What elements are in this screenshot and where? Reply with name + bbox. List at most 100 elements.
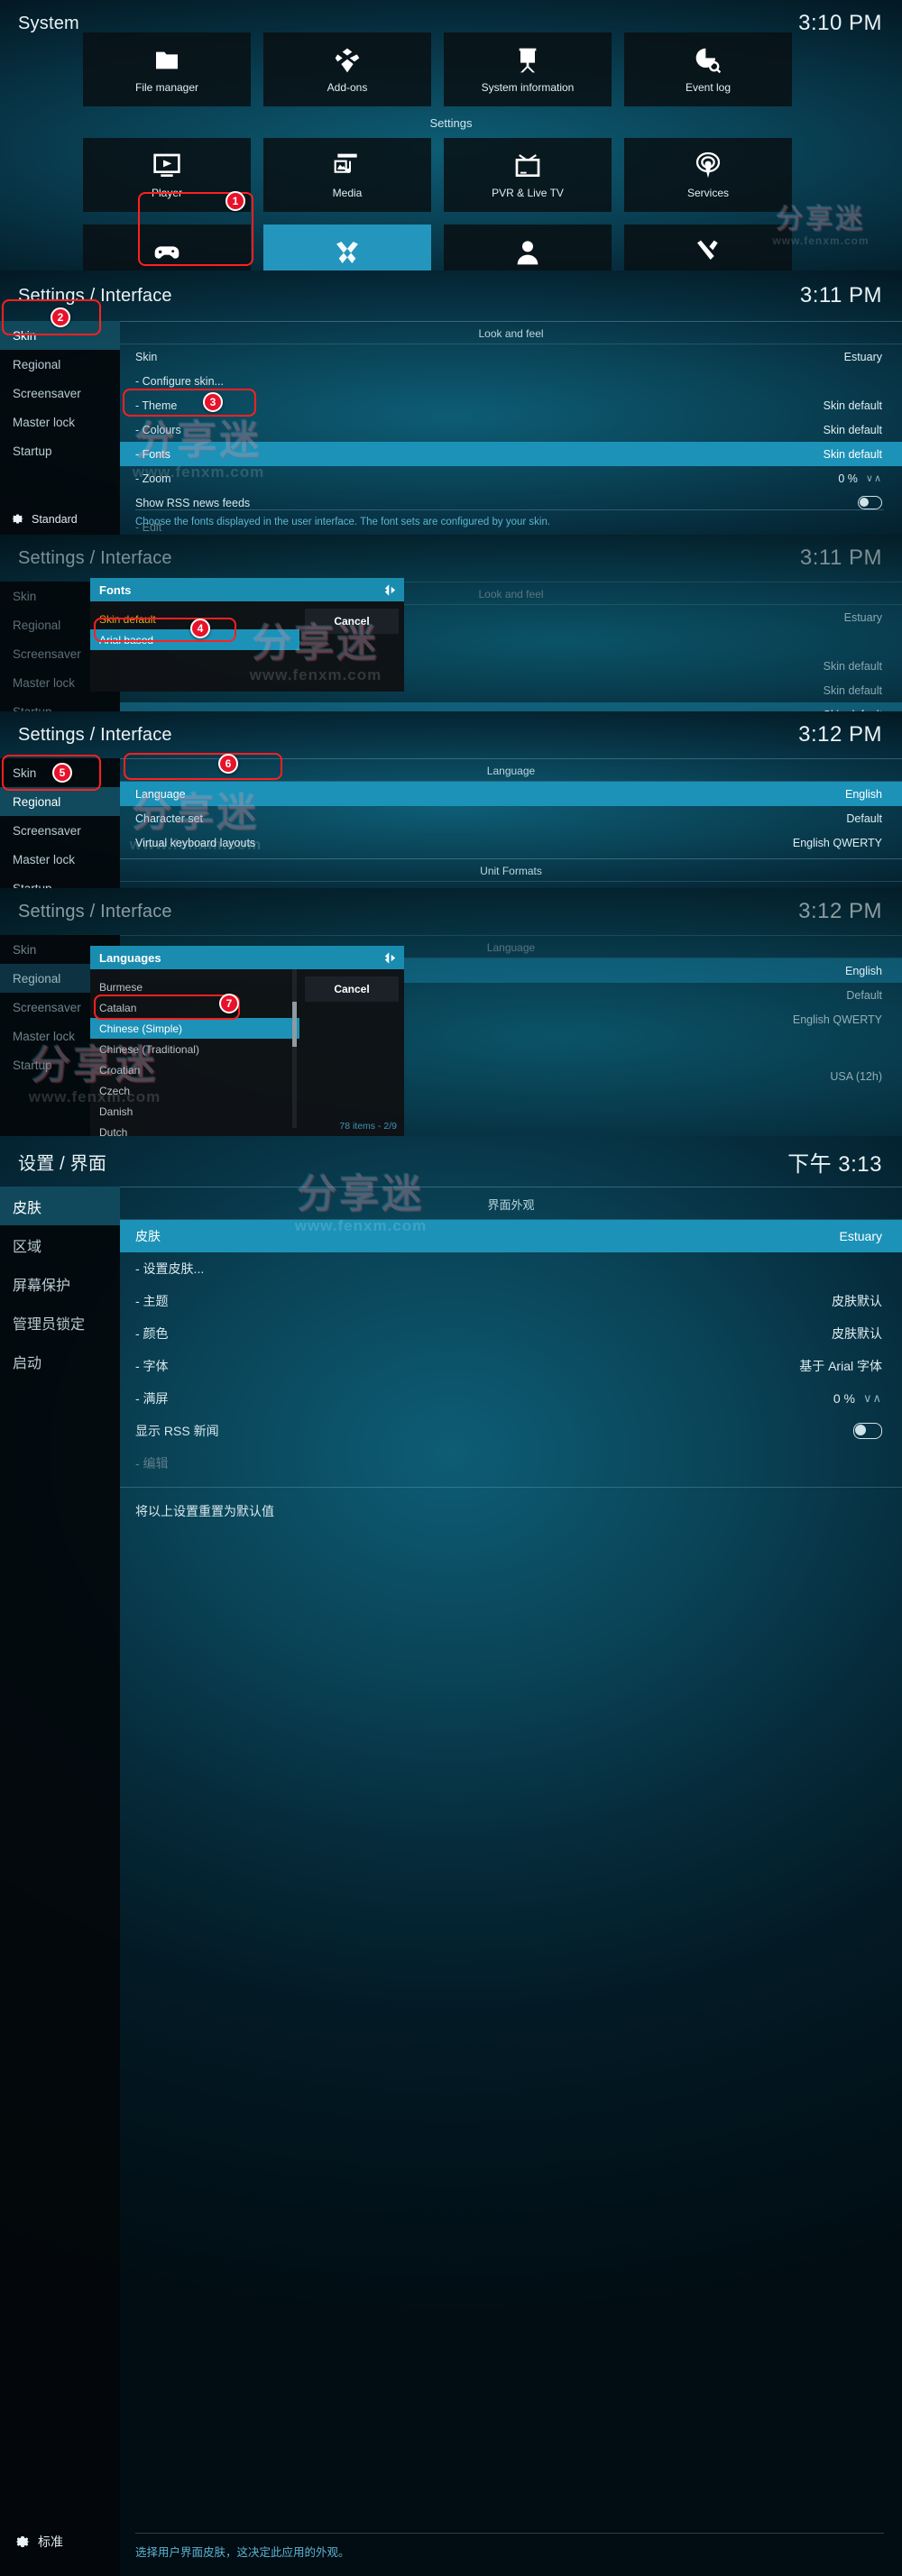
setting-value: Skin default: [823, 659, 882, 673]
setting-label: Show RSS news feeds: [135, 496, 251, 509]
sidebar-item-skin[interactable]: 皮肤: [0, 1187, 120, 1225]
sidebar-item-regional[interactable]: 区域: [0, 1225, 120, 1264]
sidebar-item-startup[interactable]: Startup: [0, 874, 120, 889]
language-option-burmese[interactable]: Burmese: [90, 976, 299, 997]
step-badge-7: 7: [219, 994, 239, 1013]
option-label: Croatian: [99, 1063, 141, 1077]
sidebar-item-label: Skin: [13, 942, 37, 957]
setting-label: - 编辑: [135, 1456, 169, 1471]
tile-services[interactable]: Services: [624, 138, 792, 212]
settings-level-indicator[interactable]: 标准: [14, 2533, 63, 2551]
setting-row-language[interactable]: Language English: [120, 782, 902, 806]
sidebar-item-startup[interactable]: 启动: [0, 1342, 120, 1380]
rss-toggle[interactable]: [858, 496, 882, 509]
sidebar-item-regional[interactable]: Regional: [0, 350, 120, 379]
sidebar-item-label: Regional: [13, 794, 61, 809]
setting-row-theme[interactable]: - Theme Skin default: [120, 393, 902, 417]
sidebar-item-label: Startup: [13, 881, 52, 889]
language-option-czech[interactable]: Czech: [90, 1080, 299, 1101]
setting-row-configure-skin[interactable]: - 设置皮肤...: [120, 1252, 902, 1285]
chinese-header: 设置 / 界面 下午 3:13: [0, 1136, 902, 1187]
setting-row-skin[interactable]: Skin Estuary: [120, 344, 902, 369]
setting-label: Virtual keyboard layouts: [135, 836, 256, 849]
clock: 3:11 PM: [799, 283, 882, 307]
dialog-scrollbar[interactable]: [292, 969, 297, 1128]
zoom-spinner[interactable]: 0 % ∨∧: [838, 472, 882, 485]
language-option-chinese-traditional[interactable]: Chinese (Traditional): [90, 1039, 299, 1059]
step-badge-1: 1: [226, 191, 245, 211]
sidebar-item-screensaver[interactable]: Screensaver: [0, 816, 120, 845]
language-option-catalan[interactable]: Catalan: [90, 997, 299, 1018]
step-badge-3: 3: [203, 392, 223, 412]
sidebar-item-regional[interactable]: Regional: [0, 787, 120, 816]
tile-system[interactable]: System: [624, 225, 792, 270]
dialog-body: Skin default Arial based Cancel: [90, 601, 404, 692]
television-icon: [512, 151, 543, 181]
sidebar-item-startup[interactable]: Startup: [0, 436, 120, 465]
settings-sidebar: 皮肤 区域 屏幕保护 管理员锁定 启动 标准: [0, 1187, 120, 2576]
setting-row-character-set[interactable]: Character set Default: [120, 806, 902, 830]
sidebar-item-label: Startup: [13, 704, 52, 712]
tile-interface[interactable]: Interface: [263, 225, 431, 270]
sidebar-item-screensaver[interactable]: 屏幕保护: [0, 1264, 120, 1303]
tile-label: Player: [151, 187, 182, 199]
help-text: Choose the fonts displayed in the user i…: [135, 509, 884, 527]
language-option-chinese-simple[interactable]: Chinese (Simple): [90, 1018, 299, 1039]
skin-header: Settings / Interface 3:11 PM: [0, 270, 902, 321]
setting-row-fonts[interactable]: - Fonts Skin default: [120, 442, 902, 466]
option-label: Chinese (Simple): [99, 1022, 183, 1035]
setting-row-zoom[interactable]: - 满屏 0 % ∨∧: [120, 1382, 902, 1415]
settings-level-indicator[interactable]: Standard: [11, 512, 78, 526]
setting-value: Estuary: [843, 610, 882, 624]
language-option-croatian[interactable]: Croatian: [90, 1059, 299, 1080]
option-label: Chinese (Traditional): [99, 1042, 199, 1056]
cancel-button[interactable]: Cancel: [305, 609, 399, 634]
setting-row-configure-skin[interactable]: - Configure skin...: [120, 369, 902, 393]
setting-row-rss[interactable]: 显示 RSS 新闻: [120, 1415, 902, 1447]
sidebar-item-master-lock[interactable]: 管理员锁定: [0, 1303, 120, 1342]
group-header-unit-formats: Unit Formats: [120, 858, 902, 882]
setting-value: English: [845, 964, 882, 977]
cancel-button[interactable]: Cancel: [305, 976, 399, 1002]
setting-row-region-default-format[interactable]: Region default format USA (12h): [120, 882, 902, 889]
sidebar-item-label: Master lock: [13, 852, 76, 866]
language-option-dutch[interactable]: Dutch: [90, 1122, 299, 1137]
sidebar-item-screensaver[interactable]: Screensaver: [0, 379, 120, 408]
tile-media[interactable]: Media: [263, 138, 431, 212]
sidebar-item-master-lock[interactable]: Master lock: [0, 845, 120, 874]
setting-row-colours[interactable]: - 颜色 皮肤默认: [120, 1317, 902, 1350]
setting-value: 0 %: [833, 1391, 855, 1406]
breadcrumb: Settings / Interface: [18, 285, 172, 306]
system-home-panel: System 3:10 PM File manager Add-ons Syst…: [0, 0, 902, 270]
setting-row-zoom[interactable]: - Zoom 0 % ∨∧: [120, 466, 902, 490]
setting-label: - Colours: [135, 423, 181, 436]
setting-row-theme[interactable]: - 主题 皮肤默认: [120, 1285, 902, 1317]
setting-row-fonts[interactable]: - 字体 基于 Arial 字体: [120, 1350, 902, 1382]
clock: 3:12 PM: [798, 899, 882, 923]
clock: 3:11 PM: [799, 545, 882, 570]
setting-row-edit[interactable]: - 编辑: [120, 1447, 902, 1480]
zoom-spinner[interactable]: 0 % ∨∧: [833, 1391, 882, 1406]
sidebar-item-startup[interactable]: Startup: [0, 697, 120, 712]
spinner-arrows-icon[interactable]: ∨∧: [863, 1391, 882, 1406]
spinner-arrows-icon[interactable]: ∨∧: [866, 472, 882, 484]
setting-value: Skin default: [823, 399, 882, 412]
sidebar-item-label: 屏幕保护: [13, 1278, 71, 1294]
tile-games[interactable]: Games: [83, 225, 251, 270]
language-option-danish[interactable]: Danish: [90, 1101, 299, 1122]
breadcrumb: Settings / Interface: [18, 547, 172, 568]
setting-row-colours[interactable]: - Colours Skin default: [120, 417, 902, 442]
tile-profiles[interactable]: Profiles: [444, 225, 612, 270]
step-badge-6: 6: [218, 754, 238, 774]
tile-pvr-live-tv[interactable]: PVR & Live TV: [444, 138, 612, 212]
setting-row-keyboard-layouts[interactable]: Virtual keyboard layouts English QWERTY: [120, 830, 902, 855]
gear-icon: [15, 2536, 30, 2547]
fonts-header: Settings / Interface 3:11 PM: [0, 535, 902, 582]
rss-toggle[interactable]: [853, 1423, 882, 1439]
sidebar-item-master-lock[interactable]: Master lock: [0, 408, 120, 436]
dialog-titlebar: Languages: [90, 946, 404, 969]
setting-row-reset[interactable]: 将以上设置重置为默认值: [120, 1495, 902, 1527]
setting-row-skin[interactable]: 皮肤 Estuary: [120, 1220, 902, 1252]
kodi-logo-icon: [384, 951, 396, 964]
setting-value: Skin default: [823, 447, 882, 461]
